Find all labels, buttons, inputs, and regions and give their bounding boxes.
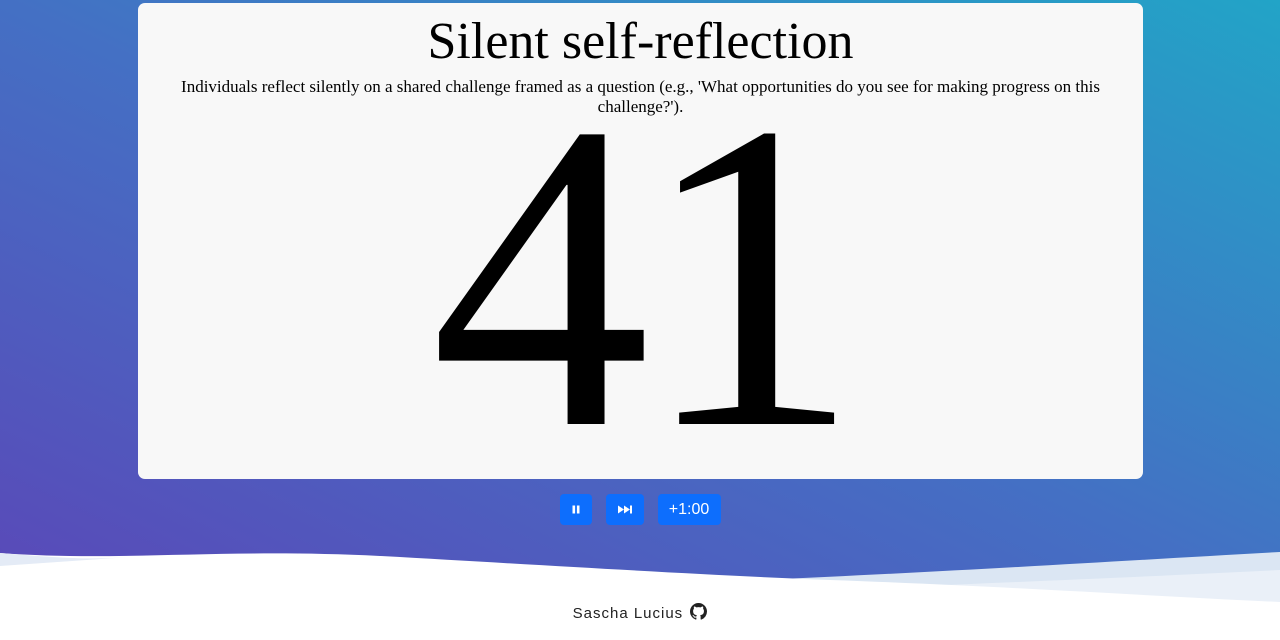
skip-forward-icon	[617, 505, 632, 514]
footer: Sascha Lucius	[0, 603, 1280, 624]
pause-button[interactable]	[559, 494, 592, 525]
skip-forward-button[interactable]	[605, 494, 644, 525]
author-link[interactable]: Sascha Lucius	[573, 605, 684, 622]
timer-controls: +1:00	[0, 494, 1280, 525]
add-minute-button[interactable]: +1:00	[657, 494, 721, 525]
countdown-seconds: 41	[430, 33, 861, 480]
author-name: Sascha Lucius	[572, 605, 684, 622]
pause-icon	[572, 505, 579, 514]
timer-card: Silent self-reflection Individuals refle…	[138, 3, 1143, 479]
github-icon[interactable]	[690, 603, 708, 624]
